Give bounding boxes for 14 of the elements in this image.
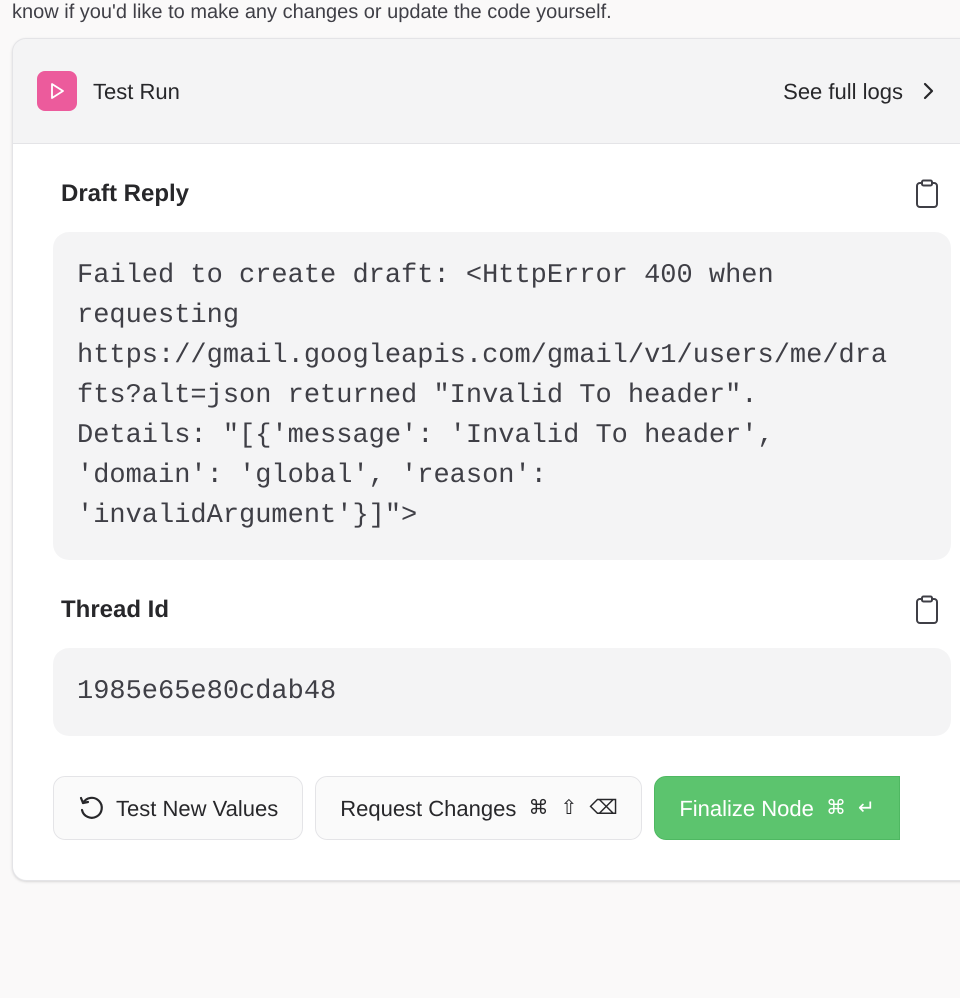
request-changes-button[interactable]: Request Changes ⌘ ⇧ ⌫ xyxy=(315,776,642,840)
field-label: Thread Id xyxy=(61,595,170,625)
chevron-right-icon xyxy=(923,81,935,101)
field-label: Draft Reply xyxy=(61,179,190,209)
intro-text: know if you'd like to make any changes or update the code yourself. xyxy=(11,0,613,24)
clipboard-icon[interactable] xyxy=(915,179,939,209)
refresh-icon xyxy=(78,795,104,821)
clipboard-icon[interactable] xyxy=(915,595,939,625)
panel-title: Test Run xyxy=(93,78,180,106)
output-text: Failed to create draft: <HttpError 400 when requesting https://gmail.googleapis.com/gmail/v1/users/me/drafts?alt=json returned "Invalid To header". Details: "[{'message': 'Invalid To header', 'domain': 'global', 'reason': 'invalidArgument'}]"> xyxy=(77,260,888,533)
play-icon xyxy=(37,71,77,111)
see-full-logs-link[interactable]: See full logs xyxy=(783,74,935,108)
retry-button[interactable]: Test New Values xyxy=(53,776,304,840)
output-text: 1985e65e80cdab48 xyxy=(77,676,338,709)
